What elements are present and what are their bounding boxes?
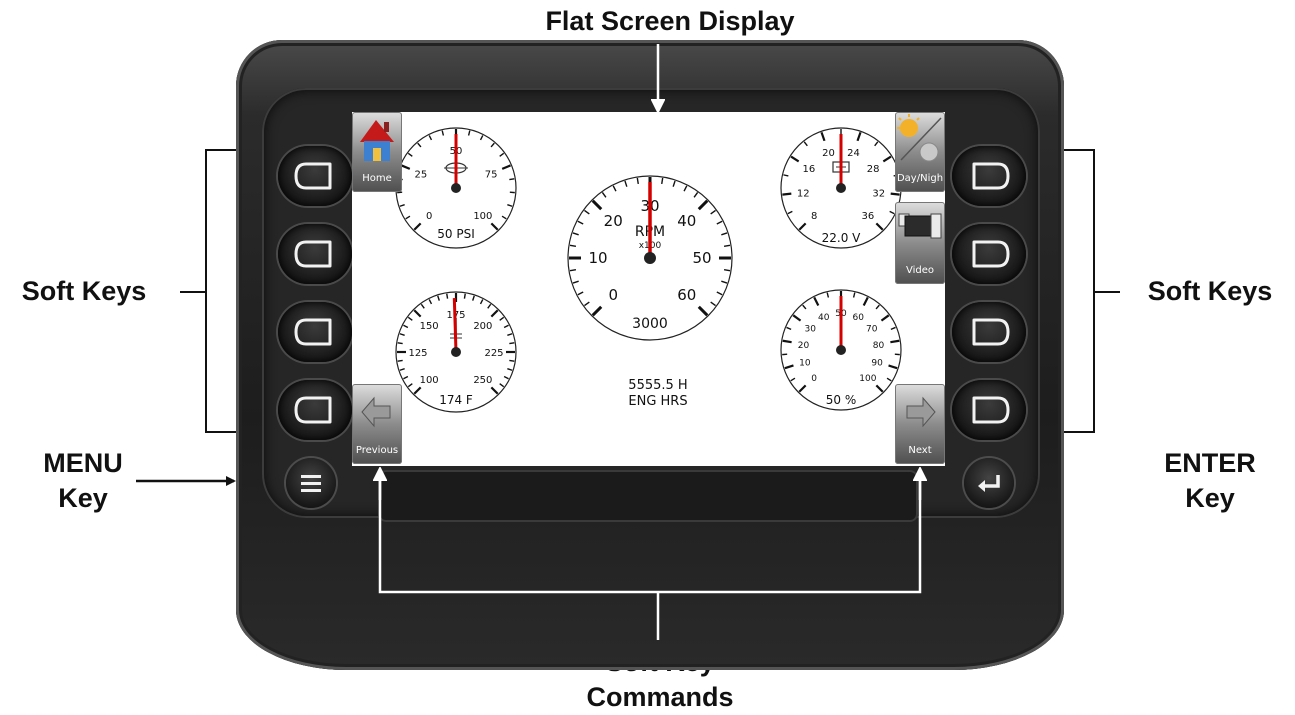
soft-key-commands-lines xyxy=(380,478,920,640)
right-soft-keys-bracket xyxy=(1064,150,1120,432)
left-soft-keys-bracket xyxy=(180,150,236,432)
callout-lines xyxy=(0,0,1295,714)
